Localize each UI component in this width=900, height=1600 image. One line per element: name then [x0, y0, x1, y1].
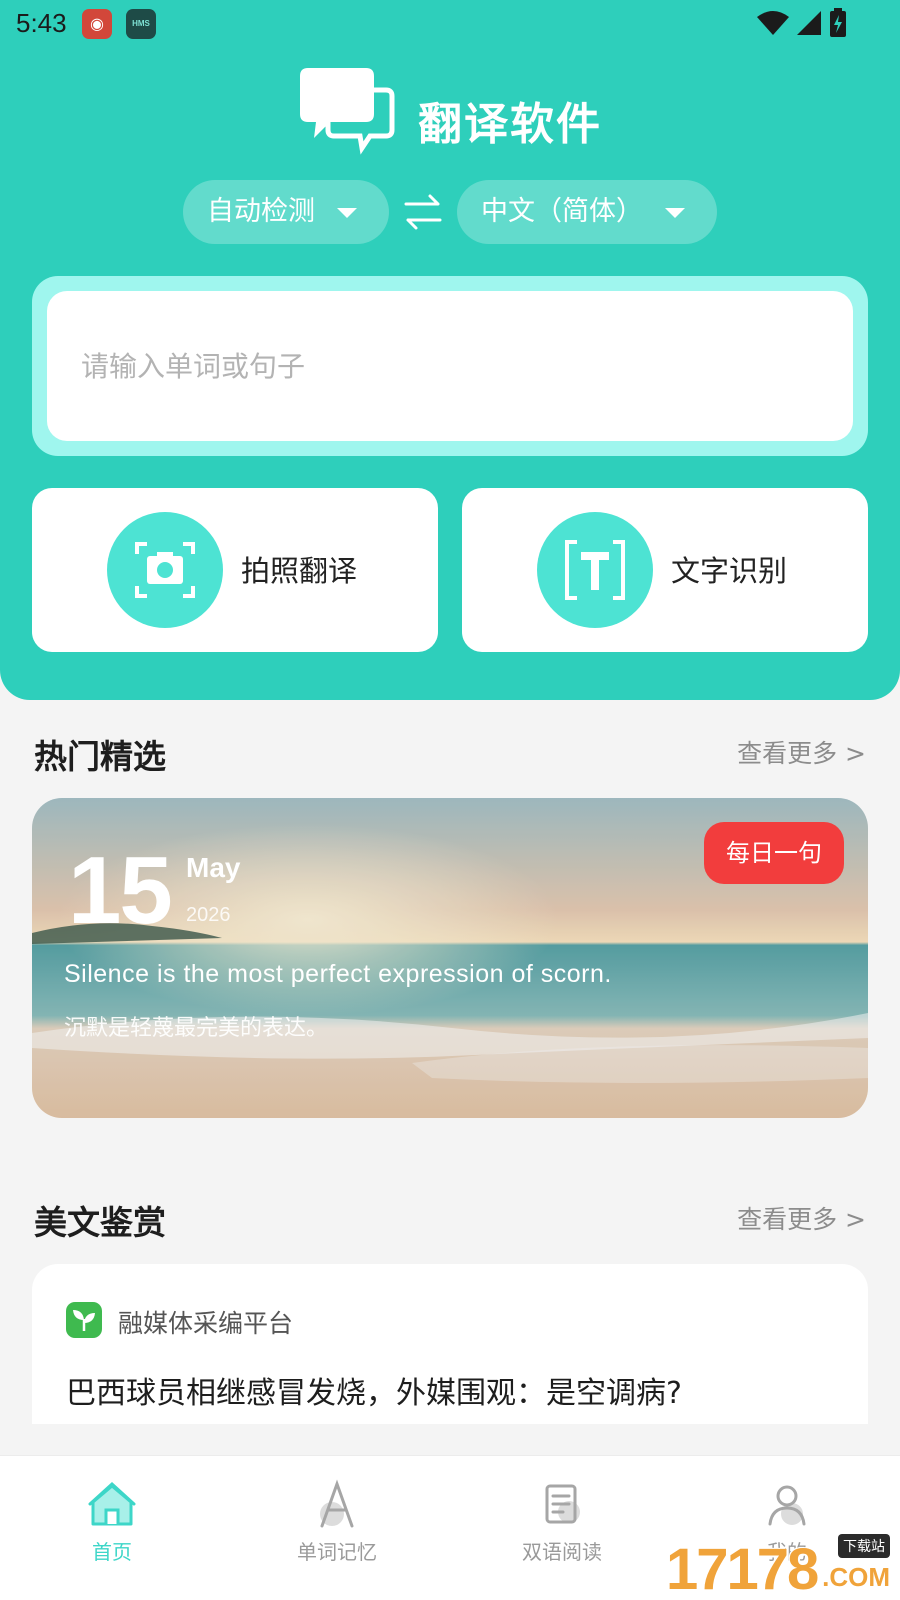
chat-bubbles-icon — [300, 68, 395, 155]
swap-languages-icon[interactable] — [404, 192, 442, 232]
wifi-icon — [756, 11, 789, 35]
text-recognition-label: 文字识别 — [671, 554, 788, 588]
source-language-label: 自动检测 — [207, 196, 315, 227]
target-language-label: 中文（简体） — [481, 196, 643, 227]
nav-bilingual-reading-label: 双语阅读 — [522, 1540, 602, 1564]
chevron-down-icon — [665, 208, 685, 218]
battery-icon — [830, 8, 846, 37]
daily-year: 2026 — [186, 904, 231, 926]
daily-quote-english: Silence is the most perfect expression o… — [64, 960, 612, 988]
weather-app-icon: ◉ — [82, 9, 112, 39]
status-indicators — [756, 8, 850, 40]
translate-input-frame — [32, 276, 868, 456]
nav-word-memory-label: 单词记忆 — [297, 1540, 377, 1564]
translate-input[interactable] — [47, 291, 853, 441]
letter-a-icon — [320, 1479, 354, 1528]
source-language-dropdown[interactable]: 自动检测 — [183, 180, 389, 244]
app-title: 翻译软件 — [418, 99, 602, 150]
translator-home-screen: 5:43 ◉ HMS 翻译软件 自动检测 中文（简体） 请输入单词或句子 拍照翻… — [0, 0, 900, 1600]
articles-see-more-link[interactable]: 查看更多 > — [737, 1200, 866, 1236]
text-scan-icon — [565, 540, 625, 600]
home-icon — [88, 1481, 136, 1526]
watermark-number: 17178 — [666, 1537, 819, 1600]
bottom-navigation: 首页 单词记忆 双语阅读 我的 17178 下载站 .COM — [0, 1455, 900, 1600]
articles-section-title: 美文鉴赏 — [34, 1203, 166, 1242]
daily-day: 15 — [68, 837, 173, 944]
hot-see-more-link[interactable]: 查看更多 > — [737, 734, 866, 770]
photo-translate-label: 拍照翻译 — [241, 554, 358, 588]
nav-home-label: 首页 — [92, 1540, 132, 1564]
sprout-logo-icon — [66, 1302, 102, 1338]
article-headline: 巴西球员相继感冒发烧，外媒围观：是空调病? — [66, 1376, 682, 1411]
site-watermark: 17178 下载站 .COM — [666, 1532, 896, 1600]
target-language-dropdown[interactable]: 中文（简体） — [457, 180, 717, 244]
photo-translate-button[interactable]: 拍照翻译 — [32, 488, 438, 652]
nav-word-memory[interactable]: 单词记忆 — [247, 1478, 427, 1588]
status-time: 5:43 — [16, 8, 67, 38]
status-bar: 5:43 ◉ HMS — [0, 0, 900, 48]
daily-sentence-card[interactable]: 15 May 2026 每日一句 Silence is the most per… — [32, 798, 868, 1118]
text-recognition-button[interactable]: 文字识别 — [462, 488, 868, 652]
chevron-down-icon — [337, 208, 357, 218]
cell-signal-icon — [796, 11, 821, 35]
article-source: 融媒体采编平台 — [118, 1309, 294, 1338]
daily-month: May — [186, 852, 241, 883]
daily-sentence-badge: 每日一句 — [704, 822, 844, 884]
camera-scan-icon — [135, 542, 195, 598]
photo-translate-icon-bg — [107, 512, 223, 628]
hms-icon: HMS — [126, 9, 156, 39]
reading-icon — [545, 1484, 580, 1524]
watermark-tag: 下载站 — [838, 1534, 890, 1558]
article-card[interactable]: 融媒体采编平台 巴西球员相继感冒发烧，外媒围观：是空调病? — [32, 1264, 868, 1424]
watermark-suffix: .COM — [822, 1562, 890, 1592]
nav-bilingual-reading[interactable]: 双语阅读 — [472, 1478, 652, 1588]
header-panel: 5:43 ◉ HMS 翻译软件 自动检测 中文（简体） 请输入单词或句子 拍照翻… — [0, 0, 900, 700]
daily-quote-chinese: 沉默是轻蔑最完美的表达。 — [64, 1016, 329, 1041]
text-recognition-icon-bg — [537, 512, 653, 628]
hot-section-title: 热门精选 — [34, 737, 166, 776]
nav-home[interactable]: 首页 — [22, 1478, 202, 1588]
profile-icon — [768, 1485, 806, 1526]
